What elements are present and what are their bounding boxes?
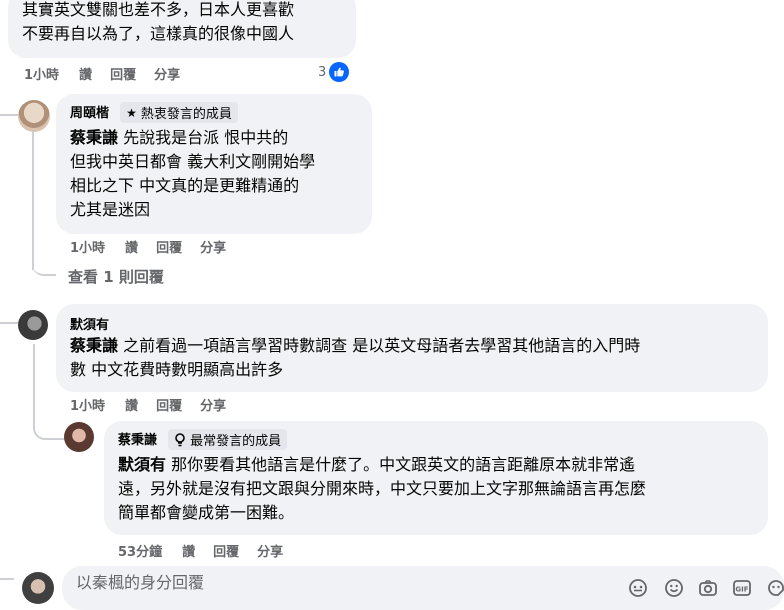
emoji-icon[interactable] bbox=[664, 578, 684, 598]
camera-icon[interactable] bbox=[698, 578, 718, 598]
like-button[interactable]: 讚 bbox=[182, 541, 195, 560]
mention-link[interactable]: 蔡秉謙 bbox=[70, 128, 118, 147]
comment-actions: 1小時 讚 回覆 分享 bbox=[70, 395, 244, 414]
share-button[interactable]: 分享 bbox=[257, 541, 283, 560]
like-button[interactable]: 讚 bbox=[125, 237, 138, 256]
sticker-icon[interactable] bbox=[766, 578, 784, 598]
like-reaction-icon bbox=[329, 62, 350, 82]
comment-text-line: 數 中文花費時數明顯高出許多 bbox=[70, 360, 284, 379]
lightbulb-icon bbox=[175, 432, 185, 446]
like-button[interactable]: 讚 bbox=[79, 64, 92, 83]
view-replies-link[interactable]: 查看 1 則回覆 bbox=[68, 266, 164, 287]
thread-connector bbox=[32, 250, 56, 276]
comment-timestamp[interactable]: 1小時 bbox=[24, 64, 59, 83]
comment-timestamp[interactable]: 53分鐘 bbox=[118, 541, 162, 560]
reply-button[interactable]: 回覆 bbox=[156, 237, 182, 256]
thread-connector bbox=[0, 304, 18, 324]
comment-text-line: 蔡秉謙 先說我是台派 恨中共的 bbox=[70, 126, 288, 150]
comment-text-line: 尤其是迷因 bbox=[70, 200, 151, 219]
share-button[interactable]: 分享 bbox=[200, 395, 226, 414]
comment-bubble: 周頤楷 ★ 熱衷發言的成員 蔡秉謙 先說我是台派 恨中共的 但我中英日都會 義大… bbox=[56, 94, 372, 234]
reaction-count: 3 bbox=[318, 64, 327, 80]
comment-text-line: 不要再自以為了，這樣真的很像中國人 bbox=[22, 24, 295, 43]
thread-connector bbox=[33, 410, 65, 440]
comment-author[interactable]: 蔡秉謙 bbox=[118, 433, 157, 448]
comment-text-line: 簡單都會變成第一困難。 bbox=[118, 503, 295, 522]
gif-icon[interactable]: GIF bbox=[732, 578, 752, 598]
current-user-avatar[interactable] bbox=[22, 572, 54, 604]
reply-input[interactable] bbox=[74, 572, 478, 593]
comment-bubble: 其實英文雙關也差不多，日本人更喜歡 不要再自以為了，這樣真的很像中國人 bbox=[8, 0, 356, 58]
reply-button[interactable]: 回覆 bbox=[110, 64, 136, 83]
member-badge[interactable]: 最常發言的成員 bbox=[168, 429, 288, 450]
share-button[interactable]: 分享 bbox=[200, 237, 226, 256]
thread-connector bbox=[0, 96, 18, 116]
reply-button[interactable]: 回覆 bbox=[156, 395, 182, 414]
comment-author[interactable]: 周頤楷 bbox=[70, 106, 109, 121]
comment-actions: 1小時 讚 回覆 分享 bbox=[70, 237, 244, 256]
comment-text-line: 其實英文雙關也差不多，日本人更喜歡 bbox=[22, 0, 295, 19]
comment-actions: 1小時 讚 回覆 分享 bbox=[24, 64, 198, 83]
comment-actions: 53分鐘 讚 回覆 分享 bbox=[118, 541, 301, 560]
comment-bubble: 蔡秉謙 最常發言的成員 默須有 那你要看其他語言是什麼了。中文跟英文的語言距離原… bbox=[104, 421, 768, 535]
comment-text: 先說我是台派 恨中共的 bbox=[123, 128, 289, 147]
comment-text-line: 相比之下 中文真的是更難精通的 bbox=[70, 176, 300, 195]
comment-bubble: 默須有 蔡秉謙 之前看過一項語言學習時數調查 是以英文母語者去學習其他語言的入門… bbox=[56, 304, 768, 392]
badge-label: 最常發言的成員 bbox=[190, 434, 282, 449]
reply-button[interactable]: 回覆 bbox=[213, 541, 239, 560]
badge-label: 熱衷發言的成員 bbox=[140, 107, 232, 122]
reply-composer: GIF bbox=[62, 566, 784, 610]
comment-header: 周頤楷 ★ 熱衷發言的成員 bbox=[70, 102, 238, 123]
comment-header: 蔡秉謙 最常發言的成員 bbox=[118, 429, 288, 450]
comment-text: 之前看過一項語言學習時數調查 是以英文母語者去學習其他語言的入門時 bbox=[123, 336, 641, 355]
comment-timestamp[interactable]: 1小時 bbox=[70, 395, 105, 414]
member-badge[interactable]: ★ 熱衷發言的成員 bbox=[120, 102, 238, 123]
comment-author[interactable]: 默須有 bbox=[70, 314, 109, 333]
avatar[interactable] bbox=[64, 422, 94, 452]
comment-text-line: 但我中英日都會 義大利文剛開始學 bbox=[70, 152, 316, 171]
comment-text: 那你要看其他語言是什麼了。中文跟英文的語言距離原本就非常遙 bbox=[171, 455, 636, 474]
reaction-summary[interactable]: 3 bbox=[318, 62, 350, 82]
avatar[interactable] bbox=[18, 310, 48, 340]
like-button[interactable]: 讚 bbox=[125, 395, 138, 414]
avatar-sticker-icon[interactable] bbox=[628, 578, 648, 598]
mention-link[interactable]: 默須有 bbox=[118, 455, 166, 474]
comment-text-line: 蔡秉謙 之前看過一項語言學習時數調查 是以英文母語者去學習其他語言的入門時 bbox=[70, 334, 640, 358]
star-icon: ★ bbox=[126, 105, 137, 120]
comment-timestamp[interactable]: 1小時 bbox=[70, 237, 105, 256]
svg-text:GIF: GIF bbox=[735, 586, 748, 594]
comment-text-line: 默須有 那你要看其他語言是什麼了。中文跟英文的語言距離原本就非常遙 bbox=[118, 453, 635, 477]
mention-link[interactable]: 蔡秉謙 bbox=[70, 336, 118, 355]
share-button[interactable]: 分享 bbox=[154, 64, 180, 83]
comment-text-line: 遠，另外就是沒有把文跟與分開來時，中文只要加上文字那無論語言再怎麼 bbox=[118, 479, 647, 498]
avatar[interactable] bbox=[18, 100, 50, 132]
thread-connector bbox=[0, 578, 14, 580]
thread-connector bbox=[32, 130, 34, 270]
